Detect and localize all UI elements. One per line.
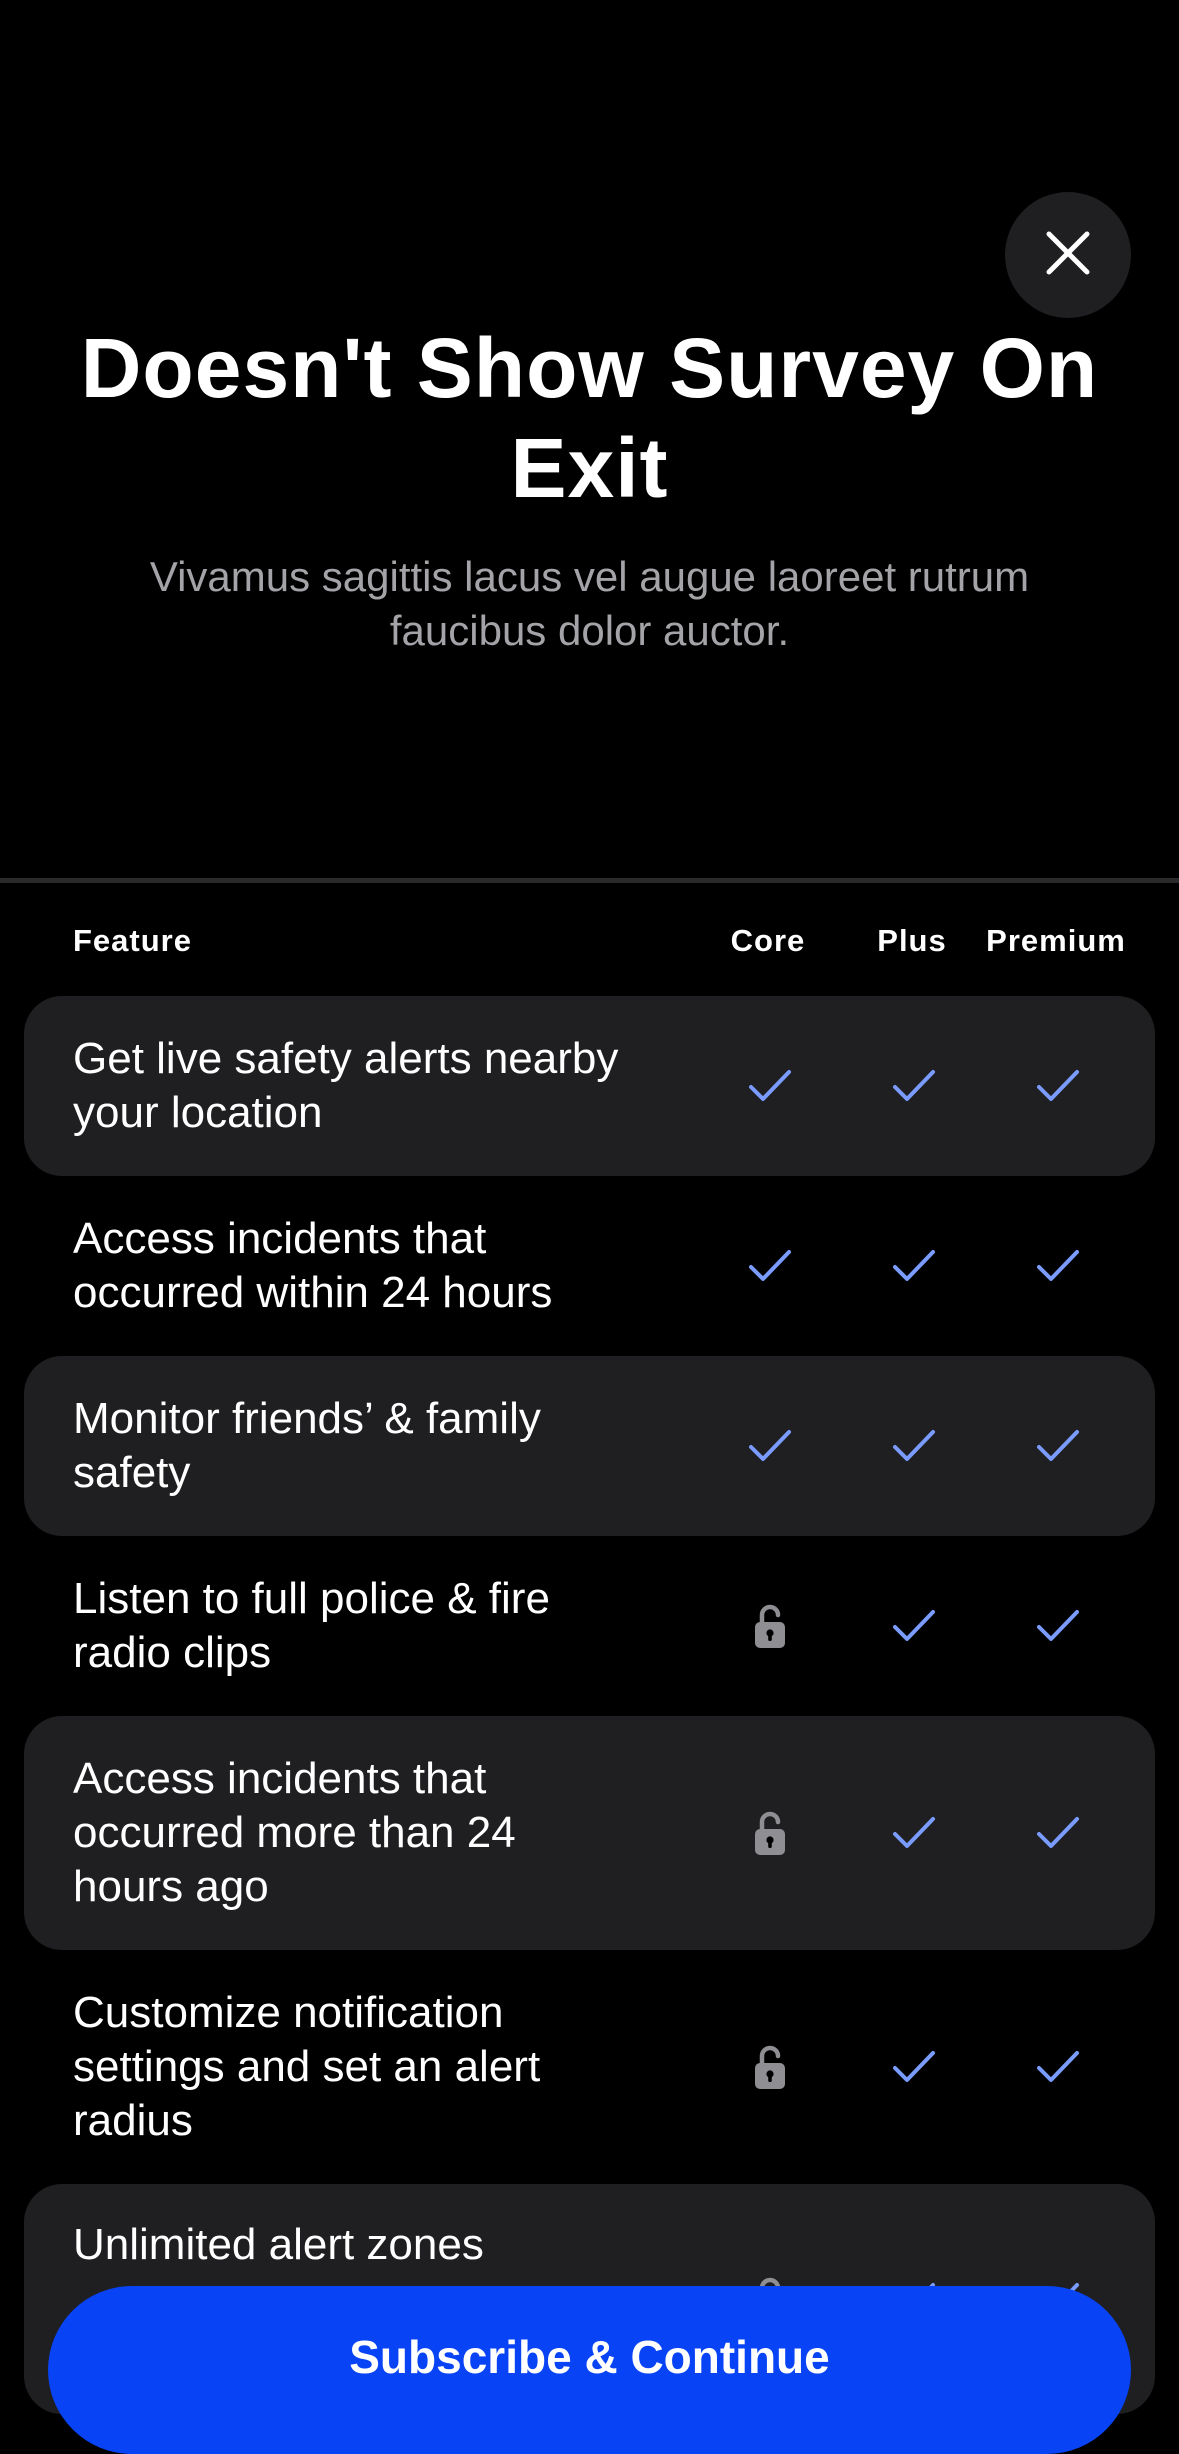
feature-table: Get live safety alerts nearby your locat… <box>24 996 1155 2414</box>
premium-status <box>1028 1056 1088 1116</box>
core-status <box>740 1056 800 1116</box>
header-feature: Feature <box>73 923 192 958</box>
table-row: Access incidents that occurred more than… <box>24 1716 1155 1950</box>
close-button[interactable] <box>1005 192 1131 318</box>
checkmark-icon <box>1036 1248 1080 1284</box>
subscribe-continue-button[interactable]: Subscribe & Continue <box>48 2286 1131 2454</box>
plus-status <box>884 2037 944 2097</box>
lock-icon <box>753 1603 787 1649</box>
checkmark-icon <box>892 1815 936 1851</box>
plus-status <box>884 1056 944 1116</box>
row-label: Unlimited alert zones <box>73 2220 484 2269</box>
checkmark-icon <box>1036 1068 1080 1104</box>
plus-status <box>884 1416 944 1476</box>
header-plus: Plus <box>877 923 947 958</box>
checkmark-icon <box>1036 2049 1080 2085</box>
premium-status <box>1028 2037 1088 2097</box>
table-row: Monitor friends’ & family safety <box>24 1356 1155 1536</box>
premium-status <box>1028 1596 1088 1656</box>
checkmark-icon <box>892 1608 936 1644</box>
checkmark-icon <box>748 1248 792 1284</box>
core-status <box>740 1236 800 1296</box>
divider <box>0 878 1179 883</box>
table-header: Feature Core Plus Premium <box>0 915 1179 965</box>
row-label: Monitor friends’ & family safety <box>73 1394 541 1497</box>
checkmark-icon <box>748 1428 792 1464</box>
row-label: Access incidents that occurred within 24… <box>73 1214 553 1317</box>
checkmark-icon <box>1036 1608 1080 1644</box>
checkmark-icon <box>892 1248 936 1284</box>
checkmark-icon <box>892 1428 936 1464</box>
checkmark-icon <box>892 1068 936 1104</box>
core-status <box>740 1416 800 1476</box>
row-label: Listen to full police & fire radio clips <box>73 1574 550 1677</box>
header-core: Core <box>730 923 806 958</box>
premium-status <box>1028 1236 1088 1296</box>
premium-status <box>1028 1416 1088 1476</box>
page-title: Doesn't Show Survey On Exit <box>80 321 1099 515</box>
core-status <box>740 1596 800 1656</box>
table-row: Listen to full police & fire radio clips <box>24 1536 1155 1716</box>
plus-status <box>884 1596 944 1656</box>
checkmark-icon <box>748 1068 792 1104</box>
lock-icon <box>753 2044 787 2090</box>
table-row: Get live safety alerts nearby your locat… <box>24 996 1155 1176</box>
checkmark-icon <box>1036 1428 1080 1464</box>
checkmark-icon <box>1036 1815 1080 1851</box>
table-row: Customize notification settings and set … <box>24 1950 1155 2184</box>
core-status <box>740 2037 800 2097</box>
plus-status <box>884 1803 944 1863</box>
plus-status <box>884 1236 944 1296</box>
checkmark-icon <box>892 2049 936 2085</box>
header-premium: Premium <box>986 923 1126 958</box>
lock-icon <box>753 1810 787 1856</box>
page-subtitle: Vivamus sagittis lacus vel augue laoreet… <box>149 553 1030 654</box>
table-row: Access incidents that occurred within 24… <box>24 1176 1155 1356</box>
row-label: Get live safety alerts nearby your locat… <box>73 1034 619 1137</box>
row-label: Access incidents that occurred more than… <box>73 1754 516 1911</box>
row-label: Customize notification settings and set … <box>73 1988 541 2145</box>
close-icon <box>1045 230 1091 281</box>
core-status <box>740 1803 800 1863</box>
premium-status <box>1028 1803 1088 1863</box>
